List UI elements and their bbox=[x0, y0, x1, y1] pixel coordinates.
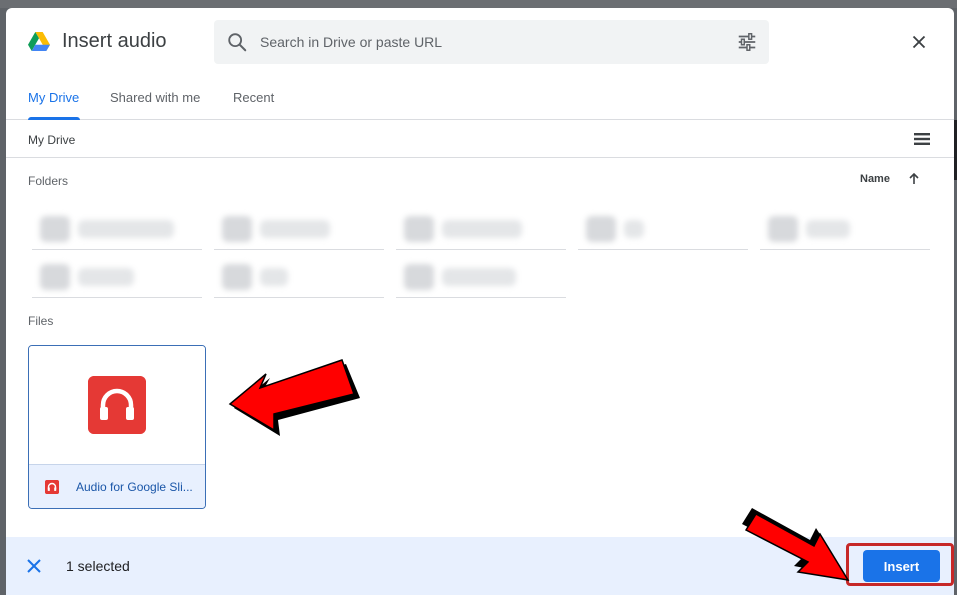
folder-item[interactable] bbox=[214, 254, 384, 298]
google-drive-logo-icon bbox=[28, 32, 50, 51]
insert-button[interactable]: Insert bbox=[863, 550, 940, 582]
dialog-header: Insert audio bbox=[6, 8, 954, 78]
folder-icon bbox=[404, 216, 434, 242]
folder-icon bbox=[586, 216, 616, 242]
files-heading: Files bbox=[28, 314, 54, 328]
folder-icon bbox=[40, 216, 70, 242]
insert-audio-dialog: Insert audio My Drive Shared with me bbox=[6, 8, 954, 595]
close-icon[interactable] bbox=[26, 558, 42, 574]
search-box[interactable] bbox=[214, 20, 769, 64]
folder-item[interactable] bbox=[214, 206, 384, 250]
tab-shared-with-me[interactable]: Shared with me bbox=[110, 90, 200, 105]
folder-name-redacted bbox=[78, 268, 134, 286]
arrow-up-icon[interactable] bbox=[906, 171, 922, 187]
folder-name-redacted bbox=[624, 220, 644, 238]
folder-item[interactable] bbox=[760, 206, 930, 250]
tab-bar: My Drive Shared with me Recent bbox=[6, 78, 954, 120]
folder-name-redacted bbox=[442, 220, 522, 238]
folder-icon bbox=[222, 216, 252, 242]
folder-name-redacted bbox=[260, 268, 288, 286]
file-thumbnail bbox=[29, 346, 205, 464]
folder-item[interactable] bbox=[32, 206, 202, 250]
file-footer: Audio for Google Sli... bbox=[29, 464, 205, 508]
folder-icon bbox=[40, 264, 70, 290]
list-view-icon[interactable] bbox=[912, 129, 932, 149]
file-card-selected[interactable]: Audio for Google Sli... bbox=[28, 345, 206, 509]
breadcrumb[interactable]: My Drive bbox=[28, 133, 75, 147]
annotation-arrow-left-icon bbox=[228, 359, 360, 436]
folder-name-redacted bbox=[806, 220, 850, 238]
folder-name-redacted bbox=[260, 220, 330, 238]
folder-icon bbox=[222, 264, 252, 290]
headphones-small-icon bbox=[45, 480, 59, 494]
folder-icon bbox=[768, 216, 798, 242]
tune-icon[interactable] bbox=[736, 31, 758, 53]
headphones-icon bbox=[88, 376, 146, 434]
selected-count: 1 selected bbox=[66, 558, 130, 574]
sort-by-name-button[interactable]: Name bbox=[860, 173, 890, 185]
folder-item[interactable] bbox=[396, 254, 566, 298]
folder-name-redacted bbox=[442, 268, 516, 286]
close-icon[interactable] bbox=[908, 31, 930, 53]
dialog-title: Insert audio bbox=[62, 30, 167, 52]
file-name: Audio for Google Sli... bbox=[76, 480, 193, 494]
folder-icon bbox=[404, 264, 434, 290]
search-input[interactable] bbox=[260, 20, 720, 64]
folder-item[interactable] bbox=[396, 206, 566, 250]
tab-recent[interactable]: Recent bbox=[233, 90, 274, 105]
tab-my-drive[interactable]: My Drive bbox=[28, 90, 79, 105]
folder-name-redacted bbox=[78, 220, 174, 238]
folder-item[interactable] bbox=[32, 254, 202, 298]
folders-heading: Folders bbox=[28, 174, 69, 188]
breadcrumb-bar: My Drive bbox=[6, 121, 954, 158]
folder-item[interactable] bbox=[578, 206, 748, 250]
annotation-arrow-right-icon bbox=[742, 508, 850, 581]
active-tab-indicator bbox=[28, 117, 80, 120]
search-icon[interactable] bbox=[226, 31, 248, 53]
page-backdrop bbox=[0, 0, 957, 8]
